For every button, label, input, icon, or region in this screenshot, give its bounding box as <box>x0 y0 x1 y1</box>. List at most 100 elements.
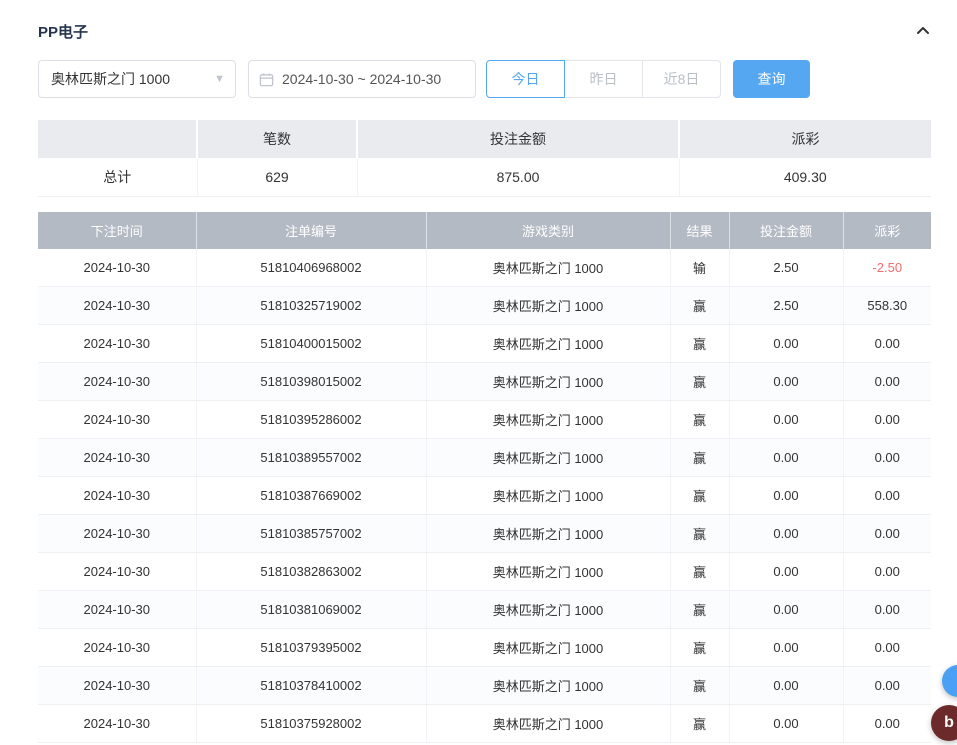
cell-payout: -2.50 <box>843 249 931 287</box>
cell-bet-time: 2024-10-30 <box>38 553 196 591</box>
cell-bet-amount: 0.00 <box>729 477 843 515</box>
cell-result: 赢 <box>670 287 729 325</box>
cell-result: 赢 <box>670 591 729 629</box>
table-row: 2024-10-30 51810395286002 奥林匹斯之门 1000 赢 … <box>38 401 931 439</box>
game-select[interactable]: 奥林匹斯之门 1000 ▼ <box>38 60 236 98</box>
summary-header-row: 笔数 投注金额 派彩 <box>38 120 931 158</box>
summary-header-payout: 派彩 <box>679 120 931 158</box>
table-row: 2024-10-30 51810375928002 奥林匹斯之门 1000 赢 … <box>38 705 931 743</box>
cell-result: 输 <box>670 249 729 287</box>
cell-bet-time: 2024-10-30 <box>38 363 196 401</box>
cell-bet-amount: 0.00 <box>729 553 843 591</box>
cell-result: 赢 <box>670 325 729 363</box>
summary-table: 笔数 投注金额 派彩 总计 629 875.00 409.30 <box>38 120 931 197</box>
cell-payout: 0.00 <box>843 591 931 629</box>
cell-result: 赢 <box>670 515 729 553</box>
cell-game-type: 奥林匹斯之门 1000 <box>426 591 670 629</box>
cell-order-id: 51810400015002 <box>196 325 426 363</box>
cell-result: 赢 <box>670 667 729 705</box>
cell-bet-amount: 0.00 <box>729 515 843 553</box>
cell-payout: 0.00 <box>843 401 931 439</box>
table-row: 2024-10-30 51810398015002 奥林匹斯之门 1000 赢 … <box>38 363 931 401</box>
table-row: 2024-10-30 51810381069002 奥林匹斯之门 1000 赢 … <box>38 591 931 629</box>
cell-bet-time: 2024-10-30 <box>38 439 196 477</box>
cell-payout: 0.00 <box>843 553 931 591</box>
cell-bet-amount: 0.00 <box>729 667 843 705</box>
cell-result: 赢 <box>670 553 729 591</box>
cell-order-id: 51810381069002 <box>196 591 426 629</box>
cell-bet-time: 2024-10-30 <box>38 401 196 439</box>
cell-order-id: 51810379395002 <box>196 629 426 667</box>
cell-bet-time: 2024-10-30 <box>38 325 196 363</box>
table-row: 2024-10-30 51810378410002 奥林匹斯之门 1000 赢 … <box>38 667 931 705</box>
cell-bet-time: 2024-10-30 <box>38 705 196 743</box>
cell-bet-amount: 2.50 <box>729 249 843 287</box>
cell-game-type: 奥林匹斯之门 1000 <box>426 705 670 743</box>
table-row: 2024-10-30 51810385757002 奥林匹斯之门 1000 赢 … <box>38 515 931 553</box>
cell-order-id: 51810387669002 <box>196 477 426 515</box>
cell-bet-amount: 0.00 <box>729 363 843 401</box>
header-game-type: 游戏类别 <box>426 212 670 249</box>
cell-payout: 0.00 <box>843 629 931 667</box>
summary-total-label: 总计 <box>38 158 197 196</box>
cell-bet-amount: 0.00 <box>729 439 843 477</box>
cell-result: 赢 <box>670 439 729 477</box>
filter-bar: 奥林匹斯之门 1000 ▼ 2024-10-30 ~ 2024-10-30 今日… <box>38 60 931 98</box>
cell-order-id: 51810406968002 <box>196 249 426 287</box>
cell-payout: 558.30 <box>843 287 931 325</box>
summary-total-row: 总计 629 875.00 409.30 <box>38 158 931 196</box>
cell-order-id: 51810375928002 <box>196 705 426 743</box>
cell-bet-amount: 2.50 <box>729 287 843 325</box>
cell-game-type: 奥林匹斯之门 1000 <box>426 515 670 553</box>
cell-result: 赢 <box>670 363 729 401</box>
cell-order-id: 51810385757002 <box>196 515 426 553</box>
records-table: 下注时间 注单编号 游戏类别 结果 投注金额 派彩 2024-10-30 518… <box>38 212 931 744</box>
summary-header-count: 笔数 <box>197 120 357 158</box>
chevron-down-icon: ▼ <box>214 73 225 85</box>
table-row: 2024-10-30 51810325719002 奥林匹斯之门 1000 赢 … <box>38 287 931 325</box>
betting-records-panel: PP电子 奥林匹斯之门 1000 ▼ 2024-10-30 ~ 2024-10-… <box>0 0 957 743</box>
panel-title: PP电子 <box>38 21 88 42</box>
cell-bet-amount: 0.00 <box>729 705 843 743</box>
calendar-icon <box>259 72 274 87</box>
search-button[interactable]: 查询 <box>733 60 810 98</box>
header-result: 结果 <box>670 212 729 249</box>
summary-header-empty <box>38 120 197 158</box>
cell-bet-time: 2024-10-30 <box>38 515 196 553</box>
cell-payout: 0.00 <box>843 363 931 401</box>
records-header-row: 下注时间 注单编号 游戏类别 结果 投注金额 派彩 <box>38 212 931 249</box>
cell-order-id: 51810389557002 <box>196 439 426 477</box>
cell-game-type: 奥林匹斯之门 1000 <box>426 401 670 439</box>
cell-game-type: 奥林匹斯之门 1000 <box>426 287 670 325</box>
summary-header-bet-amount: 投注金额 <box>357 120 679 158</box>
date-range-input[interactable]: 2024-10-30 ~ 2024-10-30 <box>248 60 476 98</box>
cell-payout: 0.00 <box>843 667 931 705</box>
cell-game-type: 奥林匹斯之门 1000 <box>426 629 670 667</box>
cell-bet-time: 2024-10-30 <box>38 629 196 667</box>
cell-bet-time: 2024-10-30 <box>38 667 196 705</box>
header-bet-amount: 投注金额 <box>729 212 843 249</box>
panel-header: PP电子 <box>38 18 931 44</box>
last-8-days-button[interactable]: 近8日 <box>642 60 721 98</box>
cell-game-type: 奥林匹斯之门 1000 <box>426 325 670 363</box>
cell-payout: 0.00 <box>843 325 931 363</box>
cell-game-type: 奥林匹斯之门 1000 <box>426 667 670 705</box>
cell-order-id: 51810398015002 <box>196 363 426 401</box>
table-row: 2024-10-30 51810400015002 奥林匹斯之门 1000 赢 … <box>38 325 931 363</box>
cell-result: 赢 <box>670 477 729 515</box>
table-row: 2024-10-30 51810379395002 奥林匹斯之门 1000 赢 … <box>38 629 931 667</box>
cell-bet-time: 2024-10-30 <box>38 477 196 515</box>
cell-payout: 0.00 <box>843 515 931 553</box>
cell-bet-amount: 0.00 <box>729 629 843 667</box>
cell-payout: 0.00 <box>843 705 931 743</box>
cell-game-type: 奥林匹斯之门 1000 <box>426 249 670 287</box>
yesterday-button[interactable]: 昨日 <box>564 60 643 98</box>
quick-date-buttons: 今日 昨日 近8日 <box>486 60 721 98</box>
today-button[interactable]: 今日 <box>486 60 565 98</box>
cell-game-type: 奥林匹斯之门 1000 <box>426 477 670 515</box>
cell-result: 赢 <box>670 401 729 439</box>
header-order-id: 注单编号 <box>196 212 426 249</box>
collapse-chevron-up-icon[interactable] <box>915 23 931 39</box>
game-select-value: 奥林匹斯之门 1000 <box>51 69 170 89</box>
summary-total-bet: 875.00 <box>357 158 679 196</box>
